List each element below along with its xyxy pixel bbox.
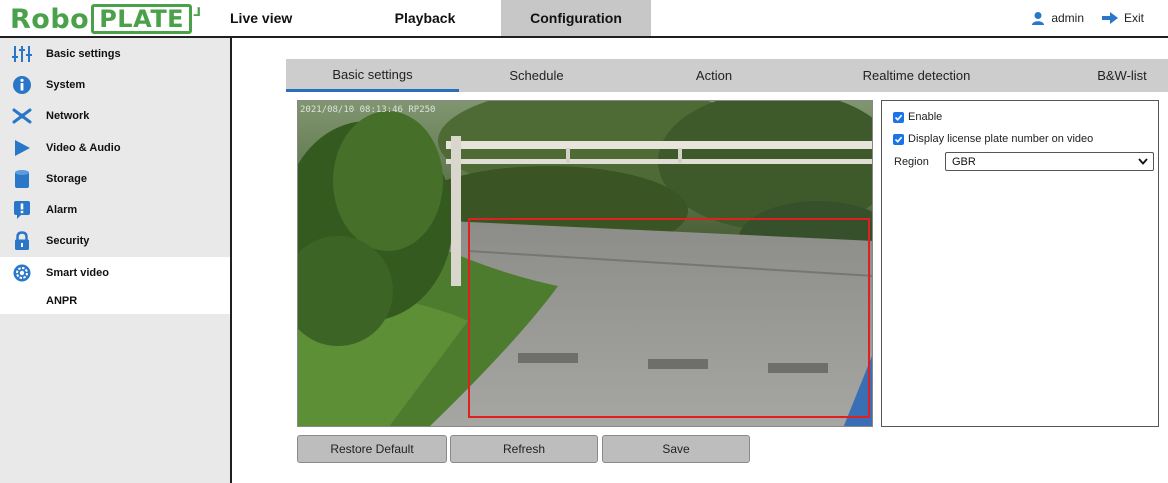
region-label: Region xyxy=(894,156,929,168)
sidebar-item-label: System xyxy=(46,78,86,91)
lock-icon xyxy=(10,231,34,251)
checkbox-checked-icon xyxy=(893,133,904,145)
sidebar-item-label: Basic settings xyxy=(46,47,121,60)
sidebar-item-label: Storage xyxy=(46,172,87,185)
gear-icon xyxy=(10,263,34,283)
enable-checkbox[interactable]: Enable xyxy=(893,111,942,123)
top-bar: Robo PLATE ⅃ Live view Playback Configur… xyxy=(0,0,1168,38)
sliders-icon xyxy=(10,44,34,64)
sidebar-item-video-audio[interactable]: Video & Audio xyxy=(0,132,230,163)
sidebar-subitem-anpr[interactable]: ANPR xyxy=(0,288,230,315)
camera-video-preview[interactable]: 2021/08/10 08:13:46 RP250 xyxy=(297,100,873,427)
display-plate-label: Display license plate number on video xyxy=(908,133,1094,145)
nav-tab-live-view[interactable]: Live view xyxy=(230,0,302,36)
sidebar-item-system[interactable]: System xyxy=(0,69,230,100)
enable-label: Enable xyxy=(908,111,943,123)
sidebar-item-label: Alarm xyxy=(46,204,78,217)
video-timestamp-overlay: 2021/08/10 08:13:46 RP250 xyxy=(300,105,436,115)
user-icon xyxy=(1032,12,1045,25)
alarm-icon xyxy=(10,200,34,220)
user-name: admin xyxy=(1051,11,1084,25)
subtab-basic-settings[interactable]: Basic settings xyxy=(286,59,459,92)
user-menu[interactable]: admin xyxy=(1031,11,1084,25)
subtab-realtime-detection[interactable]: Realtime detection xyxy=(814,59,1019,92)
robo-plate-logo: Robo PLATE ⅃ xyxy=(10,3,202,35)
sidebar-item-network[interactable]: Network xyxy=(0,101,230,132)
checkbox-checked-icon xyxy=(893,111,904,123)
exit-button[interactable]: Exit xyxy=(1101,11,1144,25)
arrow-right-icon xyxy=(1101,12,1118,24)
sidebar-item-label: Smart video xyxy=(46,266,109,279)
play-icon xyxy=(10,138,34,158)
logo-plate-text: PLATE xyxy=(91,4,193,34)
sidebar-item-label: Video & Audio xyxy=(46,141,121,154)
camera-scene xyxy=(298,101,872,426)
sidebar-item-security[interactable]: Security xyxy=(0,226,230,257)
chevron-down-icon xyxy=(1138,158,1148,165)
sidebar-item-label: Network xyxy=(46,110,90,123)
restore-default-button[interactable]: Restore Default xyxy=(297,435,447,463)
anpr-settings-panel: Enable Display license plate number on v… xyxy=(881,100,1159,427)
subtab-action[interactable]: Action xyxy=(614,59,814,92)
network-icon xyxy=(10,106,34,126)
info-icon xyxy=(10,75,34,95)
nav-tab-configuration[interactable]: Configuration xyxy=(501,0,651,36)
save-button[interactable]: Save xyxy=(602,435,750,463)
sidebar-item-basic-settings[interactable]: Basic settings xyxy=(0,38,230,69)
logo-mark-icon: ⅃ xyxy=(193,5,202,19)
sidebar-item-smart-video[interactable]: Smart video xyxy=(0,257,230,289)
sidebar-item-alarm[interactable]: Alarm xyxy=(0,194,230,225)
sidebar: Basic settings System Network Video & Au xyxy=(0,38,232,483)
display-plate-checkbox[interactable]: Display license plate number on video xyxy=(893,133,1093,145)
config-subtab-bar: Basic settings Schedule Action Realtime … xyxy=(286,59,1168,92)
nav-tab-playback[interactable]: Playback xyxy=(350,0,500,36)
subtab-schedule[interactable]: Schedule xyxy=(459,59,614,92)
storage-icon xyxy=(10,169,34,189)
exit-label: Exit xyxy=(1123,11,1144,25)
subtab-bw-list[interactable]: B&W-list xyxy=(1076,59,1168,92)
region-selected-value: GBR xyxy=(952,155,976,168)
refresh-button[interactable]: Refresh xyxy=(450,435,598,463)
sidebar-item-label: Security xyxy=(46,235,90,248)
logo-robo-text: Robo xyxy=(10,3,90,35)
region-select[interactable]: GBR xyxy=(945,152,1154,171)
sidebar-item-storage[interactable]: Storage xyxy=(0,163,230,194)
